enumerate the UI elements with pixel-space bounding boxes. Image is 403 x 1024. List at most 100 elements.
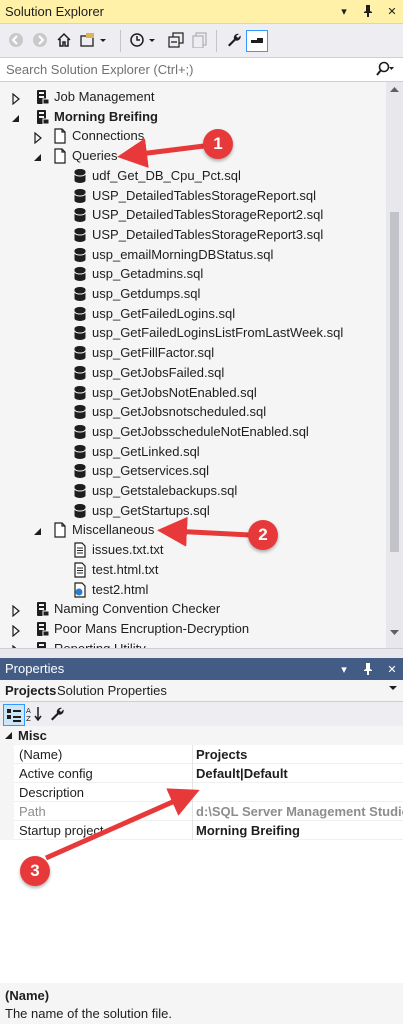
solution-tree[interactable]: Job Management Morning Breifing Connection… (0, 82, 386, 648)
pin-icon[interactable] (361, 3, 375, 19)
tree-item[interactable]: usp_Getdumps.sql (0, 284, 386, 304)
property-row[interactable]: Description (0, 783, 403, 802)
tree-item[interactable]: usp_Getservices.sql (0, 461, 386, 481)
tree-item-label: Poor Mans Encruption-Decryption (54, 620, 250, 636)
forward-icon[interactable] (30, 30, 50, 50)
tree-item[interactable]: usp_GetFailedLoginsListFromLastWeek.sql (0, 323, 386, 343)
pending-changes-filter-icon[interactable] (128, 30, 162, 50)
pin-icon[interactable] (361, 661, 375, 677)
property-value[interactable]: Default|Default (196, 766, 288, 781)
expand-triangle-icon[interactable] (32, 150, 44, 162)
expand-triangle-icon[interactable] (32, 524, 44, 536)
project-icon (34, 641, 50, 648)
tree-item[interactable]: Job Management (0, 87, 386, 107)
tree-item[interactable]: usp_GetJobsNotEnabled.sql (0, 383, 386, 403)
database-icon (72, 306, 88, 322)
tree-item[interactable]: Morning Breifing (0, 107, 386, 127)
column-divider[interactable] (192, 764, 193, 783)
scroll-up-icon[interactable] (390, 86, 399, 92)
tree-item-label: Queries (72, 148, 118, 164)
collapse-all-icon[interactable] (166, 30, 186, 50)
column-divider[interactable] (192, 802, 193, 821)
tree-item[interactable]: issues.txt.txt (0, 540, 386, 560)
tree-item[interactable]: usp_Getadmins.sql (0, 264, 386, 284)
tree-item[interactable]: Queries (0, 146, 386, 166)
database-icon (72, 266, 88, 282)
property-row[interactable]: Active config Default|Default (0, 764, 403, 783)
preview-selected-items-icon[interactable] (246, 30, 268, 52)
tree-item[interactable]: Reporting Utility (0, 639, 386, 648)
tree-item[interactable]: usp_GetStartups.sql (0, 501, 386, 521)
back-icon[interactable] (6, 30, 26, 50)
collapse-triangle-icon[interactable] (4, 730, 14, 740)
properties-wrench-icon[interactable] (224, 30, 244, 50)
categorized-icon[interactable] (3, 704, 25, 726)
database-icon (72, 188, 88, 204)
property-pages-wrench-icon[interactable] (47, 704, 67, 724)
database-icon (72, 444, 88, 460)
dropdown-icon[interactable]: ▾ (337, 3, 351, 19)
svg-text:A: A (26, 707, 31, 715)
tree-item[interactable]: usp_GetFailedLogins.sql (0, 304, 386, 324)
project-icon (34, 109, 50, 125)
vertical-scrollbar[interactable] (386, 82, 403, 648)
property-row[interactable]: Startup project Morning Breifing (0, 821, 403, 840)
tree-item[interactable]: Miscellaneous (0, 520, 386, 540)
tree-item-label: usp_GetFailedLogins.sql (92, 305, 236, 321)
home-icon[interactable] (54, 30, 74, 50)
expand-triangle-icon[interactable] (10, 111, 22, 123)
search-solution-explorer-input[interactable]: Search Solution Explorer (Ctrl+;) (0, 58, 403, 82)
close-icon[interactable]: ✕ (385, 661, 399, 677)
tree-item[interactable]: Poor Mans Encruption-Decryption (0, 619, 386, 639)
category-misc[interactable]: Misc (0, 726, 403, 745)
tree-item-label: usp_Getdumps.sql (92, 286, 201, 301)
scroll-down-icon[interactable] (390, 630, 399, 636)
search-icon[interactable] (375, 61, 395, 80)
collapse-triangle-icon[interactable] (10, 603, 22, 618)
tree-item[interactable]: usp_GetJobsFailed.sql (0, 363, 386, 383)
tree-item[interactable]: usp_GetJobsscheduleNotEnabled.sql (0, 422, 386, 442)
property-value[interactable]: Morning Breifing (196, 823, 300, 838)
tree-item[interactable]: usp_Getstalebackups.sql (0, 481, 386, 501)
column-divider[interactable] (192, 783, 193, 802)
tree-item[interactable]: Naming Convention Checker (0, 599, 386, 619)
tree-item[interactable]: test2.html (0, 580, 386, 600)
category-label: Misc (18, 728, 47, 743)
tree-item-label: usp_Getadmins.sql (92, 266, 204, 282)
tree-item[interactable]: USP_DetailedTablesStorageReport2.sql (0, 205, 386, 225)
property-row[interactable]: Path d:\SQL Server Management Studio (0, 802, 403, 821)
alphabetical-sort-icon[interactable]: AZ (25, 704, 45, 724)
column-divider[interactable] (192, 745, 193, 764)
tree-item-label: Miscellaneous (72, 522, 155, 538)
tree-item[interactable]: usp_emailMorningDBStatus.sql (0, 245, 386, 265)
tree-item[interactable]: usp_GetJobsnotscheduled.sql (0, 402, 386, 422)
dropdown-icon[interactable]: ▾ (337, 661, 351, 677)
tree-item[interactable]: Connections (0, 126, 386, 146)
tree-item[interactable]: test.html.txt (0, 560, 386, 580)
property-value[interactable]: d:\SQL Server Management Studio (196, 804, 403, 819)
collapse-triangle-icon[interactable] (10, 91, 22, 106)
collapse-triangle-icon[interactable] (32, 130, 44, 145)
tree-item[interactable]: USP_DetailedTablesStorageReport3.sql (0, 225, 386, 245)
scrollbar-thumb[interactable] (390, 212, 399, 552)
tree-item[interactable]: usp_GetLinked.sql (0, 442, 386, 462)
object-selector[interactable]: Projects Solution Properties (0, 680, 403, 702)
show-all-files-icon[interactable] (190, 30, 210, 50)
database-icon (72, 345, 88, 361)
tree-item[interactable]: udf_Get_DB_Cpu_Pct.sql (0, 166, 386, 186)
properties-title-buttons: ▾ ✕ (337, 661, 399, 677)
switch-views-icon[interactable] (78, 30, 114, 50)
tree-item-label: udf_Get_DB_Cpu_Pct.sql (92, 167, 241, 183)
tree-item[interactable]: USP_DetailedTablesStorageReport.sql (0, 186, 386, 206)
tree-item[interactable]: usp_GetFillFactor.sql (0, 343, 386, 363)
database-icon (72, 227, 88, 243)
text-file-icon (72, 562, 88, 578)
property-value[interactable]: Projects (196, 747, 247, 762)
column-divider[interactable] (192, 821, 193, 840)
property-name: Path (19, 804, 46, 819)
chevron-down-icon[interactable] (389, 684, 397, 692)
title-buttons: ▾ ✕ (337, 3, 399, 19)
property-row[interactable]: (Name) Projects (0, 745, 403, 764)
close-icon[interactable]: ✕ (385, 3, 399, 19)
collapse-triangle-icon[interactable] (10, 623, 22, 638)
